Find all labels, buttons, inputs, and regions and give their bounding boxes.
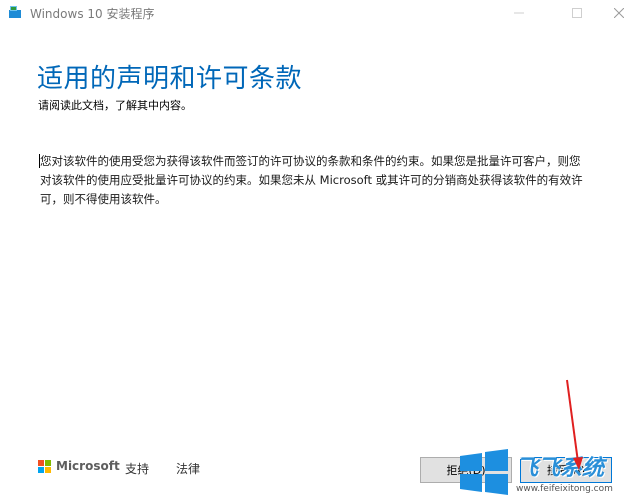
minimize-icon bbox=[514, 12, 524, 14]
license-line: 对该软件的使用应受批量许可协议的约束。如果您未从 Microsoft 或其许可的… bbox=[40, 173, 583, 187]
setup-app-icon bbox=[9, 6, 21, 18]
page-title: 适用的声明和许可条款 bbox=[37, 64, 303, 94]
microsoft-logo-icon bbox=[38, 460, 52, 474]
license-line: 您对该软件的使用受您为获得该软件而签订的许可协议的条款和条件的约束。如果您是批量… bbox=[40, 154, 581, 168]
license-line: 可，则不得使用该软件。 bbox=[40, 192, 167, 206]
title-bar: Windows 10 安装程序 bbox=[0, 0, 640, 26]
watermark-url: www.feifeixitong.com bbox=[516, 484, 613, 494]
microsoft-brand: Microsoft bbox=[56, 459, 120, 473]
watermark: 飞飞系统 www.feifeixitong.com bbox=[458, 448, 640, 499]
minimize-button[interactable] bbox=[500, 0, 540, 26]
legal-link[interactable]: 法律 bbox=[176, 460, 200, 477]
support-link[interactable]: 支持 bbox=[125, 460, 149, 477]
watermark-brand: 飞飞系统 bbox=[516, 456, 605, 481]
close-icon bbox=[614, 8, 624, 18]
license-text[interactable]: 您对该软件的使用受您为获得该软件而签订的许可协议的条款和条件的约束。如果您是批量… bbox=[40, 152, 620, 209]
windows-logo-icon bbox=[460, 449, 508, 495]
page-subtitle: 请阅读此文档，了解其中内容。 bbox=[38, 99, 192, 112]
maximize-button[interactable] bbox=[558, 0, 598, 26]
window-title: Windows 10 安装程序 bbox=[30, 7, 155, 21]
close-button[interactable] bbox=[600, 0, 640, 26]
maximize-icon bbox=[572, 8, 582, 18]
